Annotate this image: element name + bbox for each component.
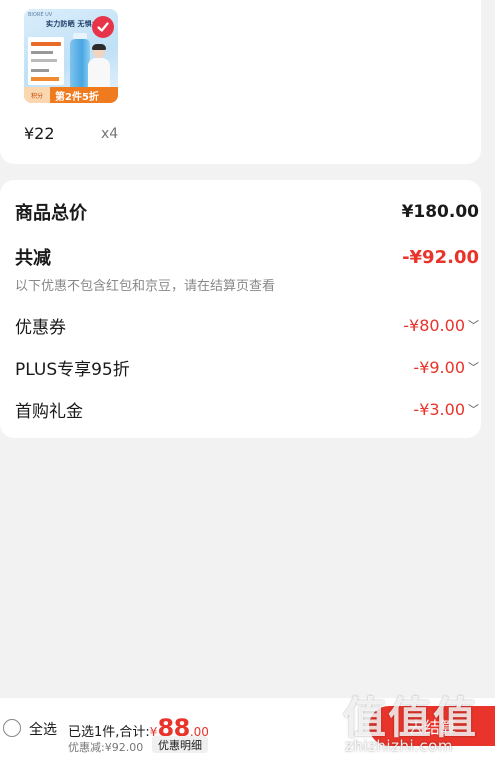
chevron-down-icon[interactable]: ﹀ xyxy=(468,359,479,375)
discount-item-value: -¥80.00 xyxy=(403,316,465,335)
discount-item-coupon[interactable]: 优惠券 -¥80.00 ﹀ xyxy=(15,313,479,338)
discount-detail-button[interactable]: 优惠明细 xyxy=(152,736,208,753)
total-price-label: 商品总价 xyxy=(15,203,87,224)
discount-total-row: 共减 -¥92.00 xyxy=(15,244,479,270)
promo-card-graphic xyxy=(28,37,64,85)
discount-item-value: -¥9.00 xyxy=(413,358,465,377)
watermark-url: zhizhizhi.com xyxy=(345,737,453,755)
chevron-down-icon[interactable]: ﹀ xyxy=(468,401,479,417)
product-image[interactable]: BIORÉ UV 实力防晒 无惧水汗 积分 第2件5折 xyxy=(24,9,118,103)
total-price-row: 商品总价 ¥180.00 xyxy=(15,199,479,225)
discount-total-label: 共减 xyxy=(15,248,51,269)
discount-total-value: -¥92.00 xyxy=(402,246,479,268)
selected-count-text: 已选1件,合计: xyxy=(68,725,150,740)
sunscreen-bottle-graphic xyxy=(70,39,90,91)
promo-banner: 积分 第2件5折 xyxy=(24,87,118,103)
promo-badge-text: 第2件5折 xyxy=(55,91,99,103)
check-icon xyxy=(92,16,114,38)
select-all-radio-icon[interactable] xyxy=(3,719,21,737)
discount-hint: 以下优惠不包含红包和京豆，请在结算页查看 xyxy=(15,279,276,294)
discount-item-first-purchase[interactable]: 首购礼金 -¥3.00 ﹀ xyxy=(15,397,479,422)
total-price-value: ¥180.00 xyxy=(401,202,479,222)
product-price: ¥22 xyxy=(24,124,55,143)
select-all-label[interactable]: 全选 xyxy=(29,719,57,739)
discount-item-label: 首购礼金 xyxy=(15,402,83,422)
discount-item-value: -¥3.00 xyxy=(413,400,465,419)
discount-item-plus[interactable]: PLUS专享95折 -¥9.00 ﹀ xyxy=(15,355,479,380)
chevron-down-icon[interactable]: ﹀ xyxy=(468,317,479,333)
discount-item-label: 优惠券 xyxy=(15,318,66,338)
cart-product-card: BIORÉ UV 实力防晒 无惧水汗 积分 第2件5折 ¥22 x4 xyxy=(0,0,481,164)
model-graphic xyxy=(88,44,110,91)
promo-badge-small: 积分 xyxy=(24,87,50,103)
product-quantity: x4 xyxy=(101,126,119,142)
discount-item-label: PLUS专享95折 xyxy=(15,360,130,380)
saved-amount: 优惠减:¥92.00 xyxy=(68,741,144,754)
product-brand-text: BIORÉ UV xyxy=(28,12,53,18)
